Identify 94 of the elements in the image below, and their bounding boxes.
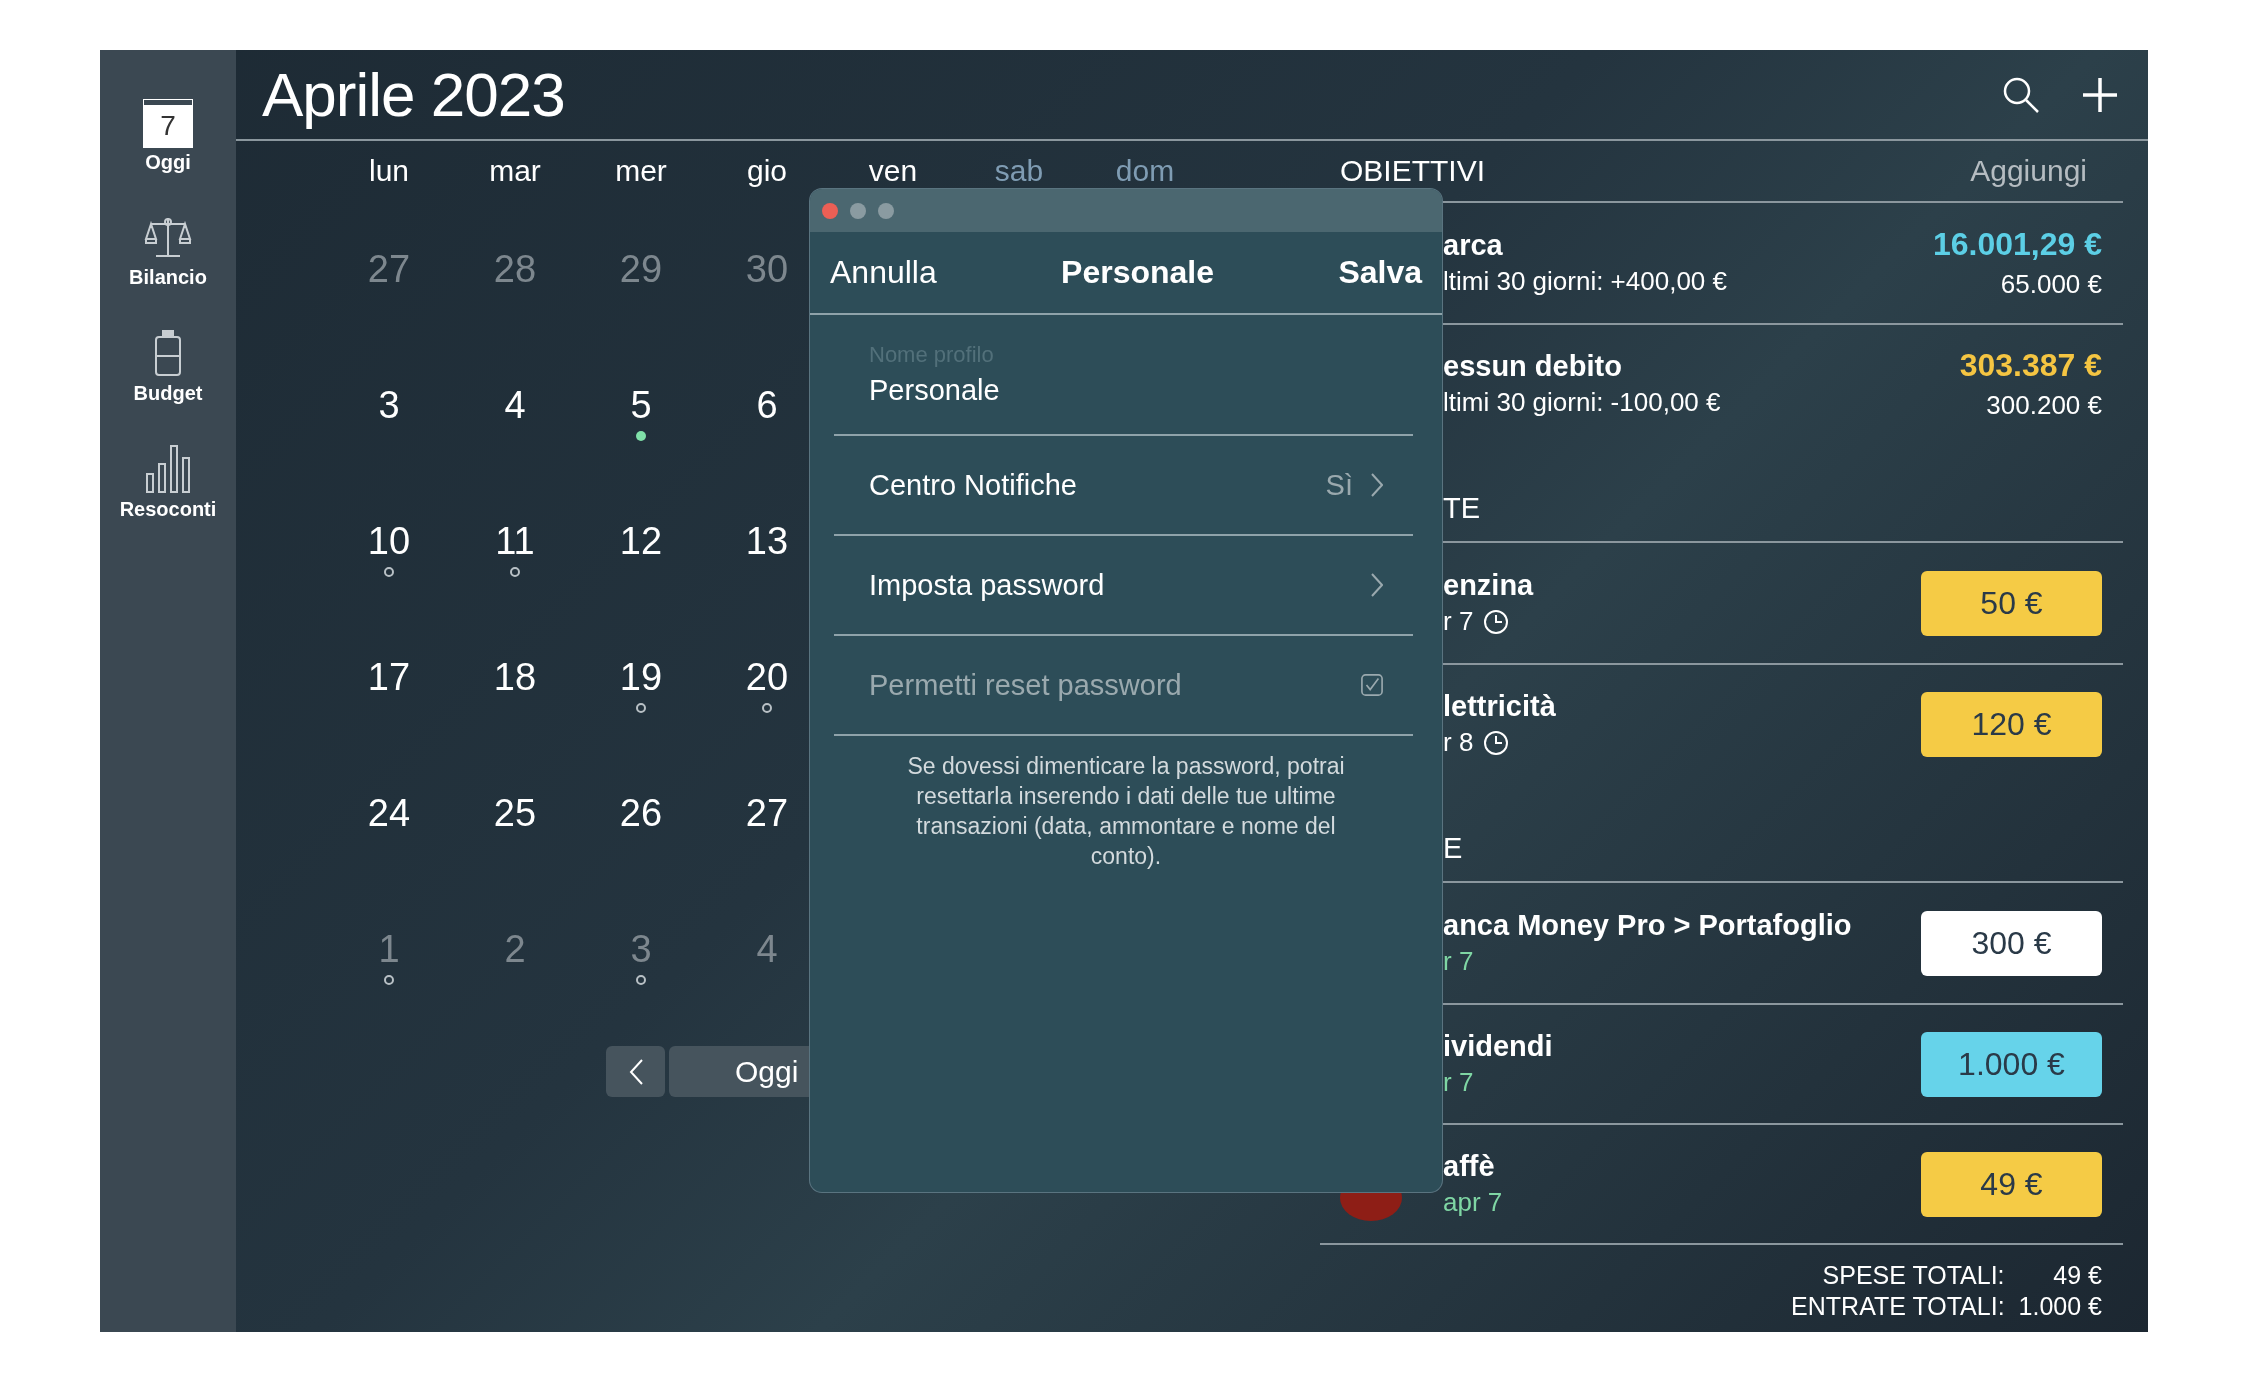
chevron-right-icon (1371, 573, 1383, 597)
day-number[interactable]: 19 (619, 657, 663, 697)
weekday-label: lun (368, 154, 409, 188)
sidebar-label[interactable]: Resoconti (119, 498, 217, 521)
total-label: ENTRATE TOTALI: (1791, 1292, 2005, 1321)
total-value: 49 € (2052, 1261, 2102, 1290)
dialog-title: Personale (1061, 254, 1215, 291)
weekday-label: mar (489, 154, 541, 188)
sidebar-label[interactable]: Budget (133, 382, 203, 405)
day-number[interactable]: 17 (367, 657, 411, 697)
weekday-label: ven (868, 154, 918, 188)
transaction-date: r 8 (1443, 727, 1474, 758)
goal-target: 300.200 € (1986, 390, 2102, 421)
event-ring (636, 703, 646, 713)
clock-icon (1483, 608, 1510, 635)
jar-icon[interactable] (153, 328, 183, 378)
day-number[interactable]: 1 (378, 929, 400, 969)
amount-button[interactable]: 49 € (1921, 1151, 2102, 1217)
row-label: Permetti reset password (869, 668, 1183, 702)
day-number[interactable]: 12 (619, 521, 663, 561)
help-text: Se dovessi dimenticare la password, potrai resettarla inserendo i dati delle tue ultime transazioni (data, ammontare e nome del conto). (906, 752, 1346, 871)
event-ring (510, 567, 520, 577)
amount-button[interactable]: 120 € (1921, 691, 2102, 757)
goal-amount: 16.001,29 € (1932, 226, 2102, 263)
total-label: SPESE TOTALI: (1821, 1261, 2005, 1290)
transaction-date: r 7 (1443, 606, 1474, 637)
row-label: Imposta password (869, 568, 1106, 602)
event-ring (384, 975, 394, 985)
add-link[interactable]: Aggiungi (1970, 154, 2087, 188)
day-number[interactable]: 11 (495, 521, 535, 561)
day-number[interactable]: 20 (745, 657, 789, 697)
day-number[interactable]: 4 (504, 385, 526, 425)
bar-chart-icon[interactable] (145, 444, 191, 494)
transaction-name[interactable]: enzina (1443, 569, 1921, 602)
day-number[interactable]: 5 (630, 385, 652, 425)
day-number[interactable]: 30 (745, 249, 789, 289)
day-number[interactable]: 28 (493, 249, 537, 289)
day-number[interactable]: 25 (493, 793, 537, 833)
transaction-name[interactable]: ividendi (1443, 1030, 1921, 1063)
profile-name-input[interactable]: Personale (869, 374, 1413, 407)
goal-amount: 303.387 € (1959, 347, 2102, 384)
weekday-label: gio (746, 154, 787, 188)
day-number[interactable]: 13 (745, 521, 789, 561)
goal-target: 65.000 € (2000, 269, 2102, 300)
goal-change: ltimi 30 giorni: -100,00 € (1443, 387, 1722, 418)
day-number[interactable]: 2 (504, 929, 526, 969)
day-number[interactable]: 3 (378, 385, 400, 425)
transaction-date: r 7 (1443, 1067, 1474, 1098)
save-button[interactable]: Salva (1338, 254, 1422, 291)
cancel-button[interactable]: Annulla (830, 254, 937, 291)
event-ring (384, 567, 394, 577)
day-number[interactable]: 6 (756, 385, 778, 425)
row-label: Centro Notifiche (869, 468, 1078, 502)
goal-change: ltimi 30 giorni: +400,00 € (1443, 266, 1728, 297)
section-title: E (1443, 832, 1463, 865)
day-number[interactable]: 27 (367, 249, 411, 289)
day-number[interactable]: 10 (367, 521, 411, 561)
month-title: Aprile 2023 (262, 59, 566, 130)
amount-button[interactable]: 50 € (1921, 570, 2102, 636)
event-dot (636, 431, 646, 441)
amount-button[interactable]: 1.000 € (1921, 1031, 2102, 1097)
weekday-label: sab (994, 154, 1044, 188)
transaction-name[interactable]: lettricità (1443, 690, 1921, 723)
day-number[interactable]: 29 (619, 249, 663, 289)
weekday-label: mer (615, 154, 667, 188)
sidebar-label[interactable]: Oggi (145, 151, 191, 174)
section-title: TE (1443, 492, 1481, 525)
previous-button[interactable] (606, 1046, 665, 1097)
goal-name[interactable]: arca (1443, 229, 1933, 262)
chevron-left-icon (627, 1057, 644, 1086)
event-ring (636, 975, 646, 985)
transaction-name[interactable]: anca Money Pro > Portafoglio (1443, 909, 1921, 942)
settings-row[interactable]: Centro Notifiche Sì (834, 436, 1413, 536)
day-number[interactable]: 3 (630, 929, 652, 969)
sidebar-label[interactable]: Bilancio (129, 266, 207, 289)
day-number[interactable]: 26 (619, 793, 663, 833)
settings-row[interactable]: Imposta password (834, 536, 1413, 636)
day-number[interactable]: 18 (493, 657, 537, 697)
event-ring (762, 703, 772, 713)
section-title: OBIETTIVI (1340, 154, 1486, 188)
goal-name[interactable]: essun debito (1443, 350, 1960, 383)
total-value: 1.000 € (2018, 1292, 2102, 1321)
row-value: Sì (1325, 468, 1353, 502)
chevron-right-icon (1371, 473, 1383, 497)
transaction-name[interactable]: affè (1443, 1150, 1921, 1183)
day-number[interactable]: 24 (367, 793, 411, 833)
clock-icon (1483, 729, 1510, 756)
add-icon[interactable] (2082, 76, 2118, 113)
weekday-label: dom (1115, 154, 1175, 188)
amount-button[interactable]: 300 € (1921, 910, 2102, 976)
transaction-date: apr 7 (1443, 1187, 1503, 1218)
transaction-date: r 7 (1443, 946, 1474, 977)
search-icon[interactable] (2002, 75, 2040, 114)
day-number[interactable]: 27 (745, 793, 789, 833)
